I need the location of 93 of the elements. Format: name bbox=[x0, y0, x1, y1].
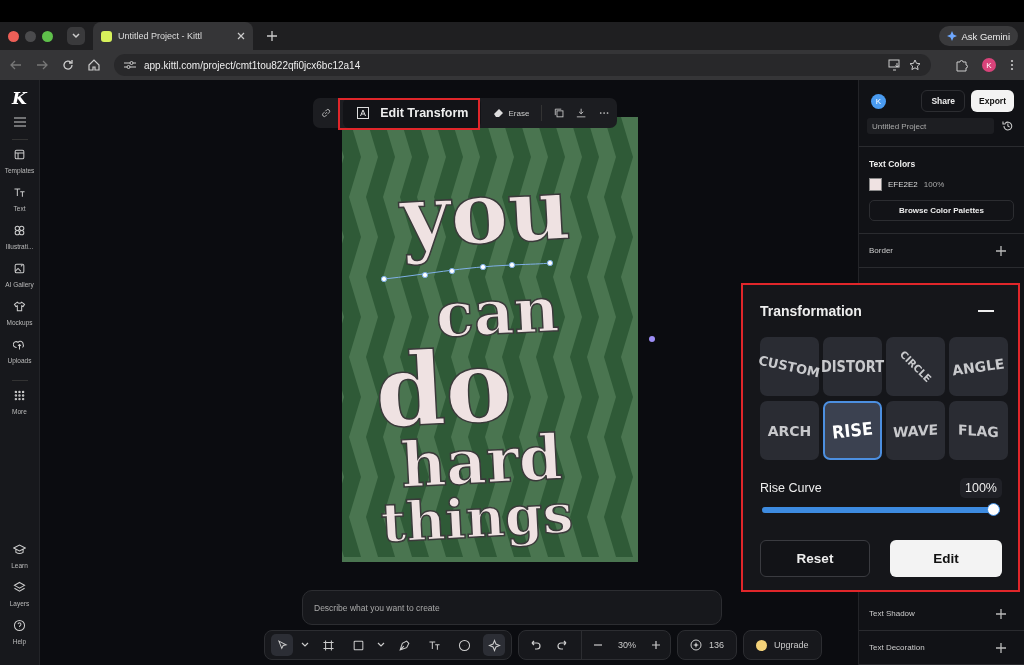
upgrade-button[interactable]: Upgrade bbox=[743, 630, 822, 660]
dots-grid-icon bbox=[13, 389, 26, 402]
sparkle-tool-button[interactable] bbox=[483, 634, 505, 656]
artwork-text: can bbox=[433, 272, 561, 352]
add-icon[interactable] bbox=[996, 245, 1006, 256]
transform-preset[interactable]: FLAG bbox=[949, 401, 1008, 460]
prompt-field[interactable]: Describe what you want to create bbox=[302, 590, 722, 625]
text-icon bbox=[13, 186, 26, 199]
bookmark-star-icon[interactable] bbox=[909, 59, 921, 71]
section-title: Text Colors bbox=[869, 159, 917, 169]
reload-icon[interactable] bbox=[62, 59, 74, 71]
chevron-down-icon bbox=[71, 31, 81, 41]
slider-track[interactable] bbox=[762, 503, 1000, 516]
profile-avatar[interactable]: K bbox=[982, 58, 996, 72]
tab-search-button[interactable] bbox=[67, 27, 85, 45]
app-favicon-icon bbox=[101, 30, 112, 42]
transform-preset[interactable]: DISTORT bbox=[823, 337, 882, 396]
slider-value: 100% bbox=[960, 478, 1002, 498]
ask-gemini-button[interactable]: Ask Gemini bbox=[939, 26, 1018, 46]
image-icon bbox=[13, 262, 26, 275]
slider-label: Rise Curve bbox=[760, 481, 822, 495]
extensions-icon[interactable] bbox=[955, 58, 968, 72]
sparkle-coin-icon bbox=[690, 639, 702, 651]
section-label: Border bbox=[869, 246, 893, 255]
text-icon bbox=[427, 638, 441, 652]
browser-menu-icon[interactable] bbox=[1010, 59, 1014, 71]
app-logo[interactable]: K bbox=[12, 88, 27, 108]
share-button[interactable]: Share bbox=[921, 90, 966, 112]
cloud-upload-icon bbox=[13, 338, 26, 351]
pointer-tool-button[interactable] bbox=[271, 634, 293, 656]
poster-artwork[interactable]: you can do hard things bbox=[342, 117, 638, 562]
pen-icon bbox=[397, 638, 411, 652]
menu-icon[interactable] bbox=[13, 117, 26, 127]
help-icon bbox=[13, 619, 26, 632]
sparkle-icon bbox=[947, 31, 958, 41]
export-button[interactable]: Export bbox=[971, 90, 1014, 112]
home-icon[interactable] bbox=[88, 59, 100, 71]
transform-preset[interactable]: RISE bbox=[823, 401, 882, 460]
graduation-cap-icon bbox=[13, 543, 26, 556]
artwork-text: you bbox=[397, 157, 573, 267]
color-swatch[interactable] bbox=[869, 178, 882, 191]
duplicate-icon[interactable] bbox=[554, 107, 565, 119]
edit-transform-button[interactable]: Edit Transform bbox=[343, 98, 482, 128]
project-name-field[interactable]: Untitled Project bbox=[867, 118, 995, 134]
clover-icon bbox=[13, 224, 26, 237]
layout-icon bbox=[13, 148, 26, 161]
sparkle-icon bbox=[487, 638, 501, 652]
reset-button[interactable]: Reset bbox=[760, 540, 870, 577]
install-app-icon[interactable] bbox=[888, 59, 901, 71]
coin-icon bbox=[756, 639, 768, 651]
browse-palettes-button[interactable]: Browse Color Palettes bbox=[869, 200, 1014, 221]
download-icon[interactable] bbox=[576, 107, 587, 119]
caret-icon[interactable] bbox=[301, 642, 309, 648]
window-controls[interactable] bbox=[8, 30, 53, 42]
layers-icon bbox=[13, 581, 26, 594]
text-frame-icon bbox=[356, 106, 371, 120]
history-icon[interactable] bbox=[1002, 120, 1014, 132]
section-label: Text Decoration bbox=[869, 643, 925, 652]
back-icon[interactable] bbox=[10, 59, 22, 71]
add-icon[interactable] bbox=[996, 642, 1006, 653]
chat-bubble-icon bbox=[457, 638, 471, 652]
site-settings-icon[interactable] bbox=[124, 60, 136, 70]
more-icon[interactable] bbox=[598, 111, 609, 115]
transform-preset[interactable]: ARCH bbox=[760, 401, 819, 460]
close-icon[interactable] bbox=[237, 32, 245, 40]
redo-icon[interactable] bbox=[557, 640, 569, 650]
browser-tab[interactable]: Untitled Project - Kittl bbox=[93, 22, 253, 50]
caret-icon[interactable] bbox=[377, 642, 385, 648]
new-tab-icon[interactable] bbox=[267, 31, 277, 41]
undo-icon[interactable] bbox=[529, 640, 541, 650]
address-bar[interactable]: app.kittl.com/project/cmt1tou822qfi0jcx6bc12a14 bbox=[114, 54, 931, 76]
transform-preset[interactable]: ANGLE bbox=[949, 337, 1008, 396]
square-icon bbox=[351, 638, 365, 652]
color-opacity: 100% bbox=[923, 180, 945, 189]
transform-preset[interactable]: WAVE bbox=[886, 401, 945, 460]
pointer-icon bbox=[275, 638, 289, 652]
add-icon[interactable] bbox=[996, 608, 1006, 619]
edit-button[interactable]: Edit bbox=[890, 540, 1002, 577]
zoom-level: 30% bbox=[618, 640, 636, 650]
link-icon[interactable] bbox=[321, 107, 332, 119]
credits-button[interactable]: 136 bbox=[677, 630, 738, 660]
forward-icon[interactable] bbox=[36, 59, 48, 71]
frame-icon bbox=[321, 638, 335, 652]
slider-thumb[interactable] bbox=[987, 503, 1000, 516]
erase-button[interactable]: Erase bbox=[493, 108, 530, 118]
transform-preset[interactable]: CUSTOM bbox=[760, 337, 819, 396]
zoom-in-icon[interactable] bbox=[652, 641, 660, 649]
rotation-handle[interactable] bbox=[649, 336, 655, 342]
tshirt-icon bbox=[13, 300, 26, 313]
section-label: Text Shadow bbox=[869, 609, 915, 618]
color-hex: EFE2E2 bbox=[888, 180, 918, 189]
panel-title: Transformation bbox=[760, 303, 862, 319]
url-text: app.kittl.com/project/cmt1tou822qfi0jcx6bc12a14 bbox=[144, 59, 361, 71]
